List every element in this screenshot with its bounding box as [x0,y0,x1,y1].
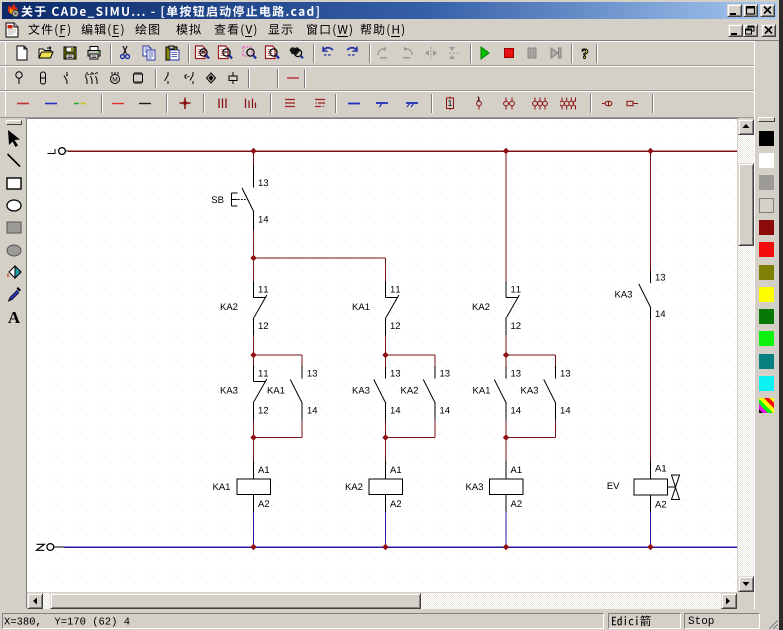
svg-text:?: ? [581,47,589,62]
svg-text:A: A [8,308,21,327]
svg-text:1: 1 [448,98,453,108]
svg-text:M: M [112,77,117,84]
svg-text:1: 1 [477,96,481,103]
